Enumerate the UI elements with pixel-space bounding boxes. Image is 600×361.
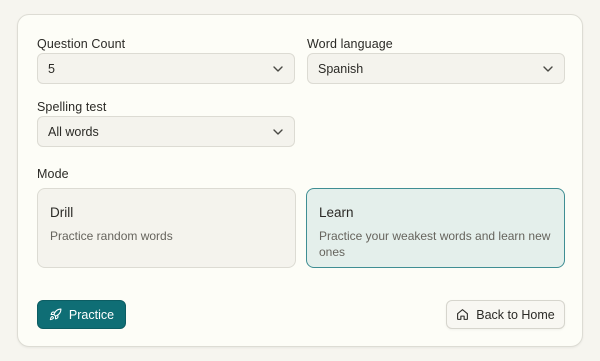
- word-language-label: Word language: [307, 37, 393, 51]
- chevron-down-icon: [272, 63, 284, 75]
- rocket-icon: [49, 308, 62, 321]
- practice-button-label: Practice: [68, 307, 115, 322]
- mode-option-learn[interactable]: Learn Practice your weakest words and le…: [306, 188, 565, 268]
- spelling-test-label: Spelling test: [37, 100, 107, 114]
- chevron-down-icon: [542, 63, 554, 75]
- spelling-test-value: All words: [48, 124, 99, 139]
- practice-settings-card: Question Count 5 Word language Spanish S…: [17, 14, 583, 347]
- question-count-value: 5: [48, 61, 55, 76]
- mode-option-description: Practice your weakest words and learn ne…: [319, 229, 551, 259]
- mode-label: Mode: [37, 167, 69, 181]
- mode-option-description: Practice random words: [50, 229, 173, 243]
- home-icon: [456, 308, 469, 321]
- spelling-test-select[interactable]: All words: [37, 116, 295, 147]
- word-language-value: Spanish: [318, 61, 364, 76]
- word-language-select[interactable]: Spanish: [307, 53, 565, 84]
- back-to-home-button[interactable]: Back to Home: [446, 300, 565, 329]
- mode-option-title: Drill: [50, 205, 74, 220]
- practice-button[interactable]: Practice: [37, 300, 126, 329]
- mode-option-drill[interactable]: Drill Practice random words: [37, 188, 296, 268]
- chevron-down-icon: [272, 126, 284, 138]
- mode-option-title: Learn: [319, 205, 354, 220]
- question-count-label: Question Count: [37, 37, 126, 51]
- back-to-home-label: Back to Home: [476, 307, 555, 322]
- question-count-select[interactable]: 5: [37, 53, 295, 84]
